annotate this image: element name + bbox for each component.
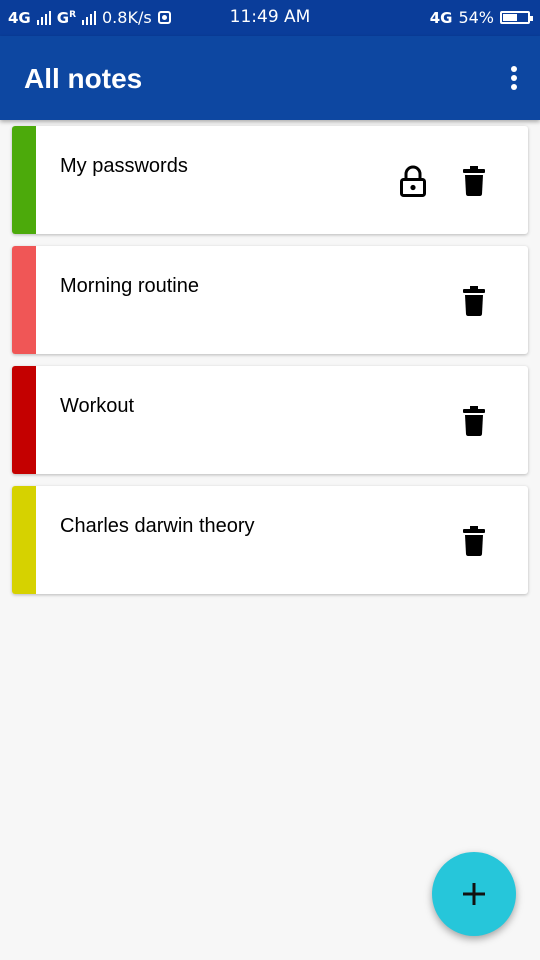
network-label-3: 4G	[429, 8, 453, 27]
app-bar: All notes	[0, 36, 540, 120]
note-card[interactable]: My passwords	[12, 126, 528, 234]
delete-icon[interactable]	[461, 406, 487, 436]
delete-icon[interactable]	[461, 286, 487, 316]
battery-percent: 54%	[458, 8, 494, 27]
page-title: All notes	[24, 63, 143, 94]
delete-icon[interactable]	[461, 526, 487, 556]
note-title: Morning routine	[60, 275, 199, 297]
note-title: Workout	[60, 395, 135, 417]
status-bar: 4G GR 0.8K/s 11:49 AM 4G 54%	[0, 0, 540, 36]
note-color-stripe	[12, 126, 36, 234]
battery-fill	[503, 14, 518, 21]
plus-icon	[463, 883, 485, 905]
notes-list: My passwords Morning routine Workout Charle…	[12, 126, 528, 606]
note-color-stripe	[12, 246, 36, 354]
note-card[interactable]: Workout	[12, 366, 528, 474]
note-color-stripe	[12, 366, 36, 474]
note-title: My passwords	[60, 155, 188, 177]
more-vert-icon[interactable]	[506, 62, 522, 94]
note-title: Charles darwin theory	[60, 515, 255, 537]
note-card[interactable]: Charles darwin theory	[12, 486, 528, 594]
note-color-stripe	[12, 486, 36, 594]
lock-icon[interactable]	[398, 164, 428, 198]
add-note-button[interactable]	[432, 852, 516, 936]
note-card[interactable]: Morning routine	[12, 246, 528, 354]
battery-icon	[500, 11, 533, 24]
status-right: 4G 54%	[429, 8, 533, 27]
delete-icon[interactable]	[461, 166, 487, 196]
